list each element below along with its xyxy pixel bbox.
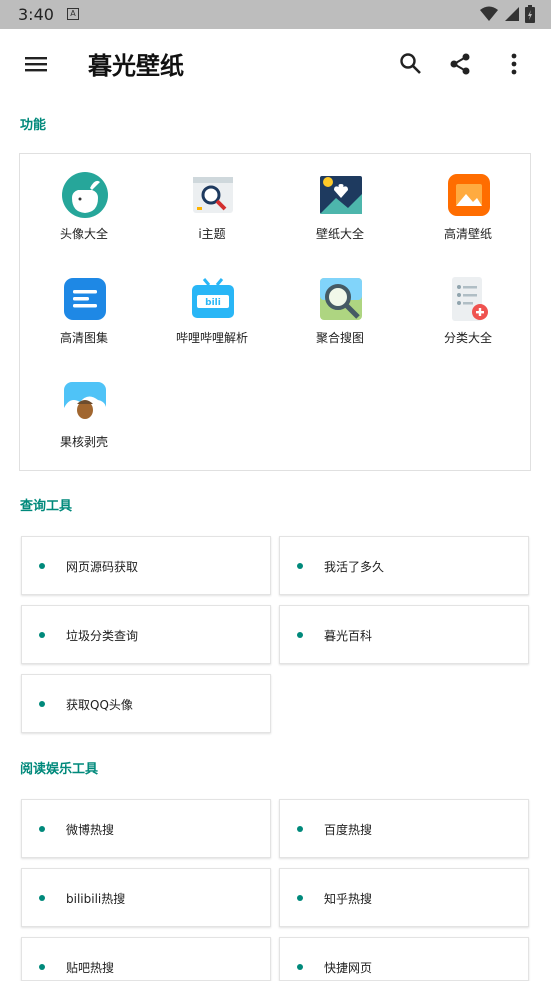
function-item-hd-wallpaper[interactable]: 高清壁纸: [404, 154, 532, 254]
wifi-icon: [480, 6, 498, 21]
category-app-icon: [452, 277, 488, 321]
function-item-wallpaper[interactable]: 壁纸大全: [276, 154, 404, 254]
function-label: 哔哩哔哩解析: [175, 331, 248, 345]
more-options-icon[interactable]: [500, 49, 530, 79]
tool-card-tieba-hot[interactable]: 贴吧热搜: [21, 937, 271, 981]
tool-label: 垃圾分类查询: [66, 629, 139, 643]
bullet-dot: [39, 895, 45, 901]
tool-card-life-length[interactable]: 我活了多久: [279, 536, 529, 595]
status-time: 3:40: [18, 5, 54, 24]
bullet-dot: [297, 632, 303, 638]
theme-app-icon: [193, 177, 233, 213]
section-label-functions: 功能: [20, 118, 47, 133]
function-label: 壁纸大全: [315, 227, 364, 241]
tool-label: bilibili热搜: [66, 892, 126, 906]
tool-label: 微博热搜: [66, 823, 115, 837]
bullet-dot: [39, 826, 45, 832]
tool-card-qq-avatar[interactable]: 获取QQ头像: [21, 674, 271, 733]
tool-label: 获取QQ头像: [66, 698, 133, 712]
function-item-avatar[interactable]: 头像大全: [20, 154, 148, 254]
function-item-bilibili[interactable]: bili 哔哩哔哩解析: [148, 258, 276, 358]
tool-label: 贴吧热搜: [66, 961, 115, 975]
bullet-dot: [297, 826, 303, 832]
tool-card-baidu-hot[interactable]: 百度热搜: [279, 799, 529, 858]
tool-card-zhihu-hot[interactable]: 知乎热搜: [279, 868, 529, 927]
notification-icon: A: [67, 8, 79, 20]
signal-icon: [505, 7, 519, 21]
tool-label: 快捷网页: [324, 961, 373, 975]
bullet-dot: [39, 632, 45, 638]
tool-card-webpage-source[interactable]: 网页源码获取: [21, 536, 271, 595]
battery-icon: [525, 5, 535, 23]
share-icon[interactable]: [445, 49, 475, 79]
function-label: 头像大全: [59, 227, 108, 241]
bullet-dot: [39, 964, 45, 970]
section-label-reading-tools: 阅读娱乐工具: [20, 762, 99, 777]
function-label: 高清壁纸: [443, 227, 492, 241]
section-label-query-tools: 查询工具: [20, 499, 73, 514]
bullet-dot: [39, 563, 45, 569]
hd-gallery-app-icon: [64, 278, 106, 320]
menu-icon[interactable]: [20, 51, 52, 77]
search-icon[interactable]: [396, 49, 426, 79]
tool-card-quick-web[interactable]: 快捷网页: [279, 937, 529, 981]
bullet-dot: [297, 964, 303, 970]
tool-card-garbage-sorting[interactable]: 垃圾分类查询: [21, 605, 271, 664]
system-icons: [480, 5, 535, 23]
function-label: 分类大全: [443, 331, 492, 345]
tool-label: 网页源码获取: [66, 560, 139, 574]
hd-wallpaper-app-icon: [448, 174, 490, 216]
function-item-category[interactable]: 分类大全: [404, 258, 532, 358]
avatar-app-icon: [62, 172, 108, 218]
function-item-hd-gallery[interactable]: 高清图集: [20, 258, 148, 358]
tool-label: 百度热搜: [324, 823, 373, 837]
bullet-dot: [297, 563, 303, 569]
guohe-app-icon: [64, 382, 107, 424]
bilibili-app-icon: bili: [192, 278, 234, 318]
bullet-dot: [39, 701, 45, 707]
tool-label: 暮光百科: [324, 629, 373, 643]
tool-card-weibo-hot[interactable]: 微博热搜: [21, 799, 271, 858]
function-item-itheme[interactable]: i主题: [148, 154, 276, 254]
app-bar: 暮光壁纸: [0, 29, 551, 99]
app-title: 暮光壁纸: [88, 52, 184, 80]
function-label: i主题: [198, 227, 226, 241]
status-bar: 3:40 A: [0, 0, 551, 29]
wallpaper-app-icon: [320, 176, 362, 214]
function-label: 果核剥壳: [59, 435, 108, 449]
tool-label: 我活了多久: [324, 560, 385, 574]
function-label: 聚合搜图: [315, 331, 364, 345]
svg-text:bili: bili: [205, 298, 221, 308]
image-search-app-icon: [320, 278, 362, 320]
tool-card-bilibili-hot[interactable]: bilibili热搜: [21, 868, 271, 927]
bullet-dot: [297, 895, 303, 901]
tool-card-encyclopedia[interactable]: 暮光百科: [279, 605, 529, 664]
function-item-image-search[interactable]: 聚合搜图: [276, 258, 404, 358]
function-item-guohe[interactable]: 果核剥壳: [20, 362, 148, 462]
tool-label: 知乎热搜: [324, 892, 373, 906]
function-label: 高清图集: [59, 331, 108, 345]
functions-card: 头像大全 i主题 壁纸大全 高清壁纸 高清图集 bili 哔哩哔哩解析 聚合搜图…: [19, 153, 531, 471]
